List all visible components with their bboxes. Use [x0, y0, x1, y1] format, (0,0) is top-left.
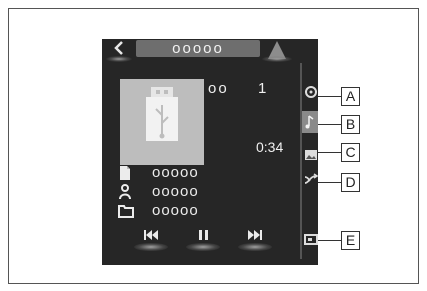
file-icon: [118, 165, 132, 181]
previous-track-button[interactable]: [134, 229, 168, 251]
shuffle-repeat-icon[interactable]: [304, 172, 318, 188]
picture-icon[interactable]: [304, 147, 318, 163]
title-text: ooooo: [152, 164, 199, 181]
person-icon: [118, 184, 132, 200]
next-track-button[interactable]: [238, 229, 272, 251]
folder-icon: [118, 203, 134, 219]
folder-text: ooooo: [152, 202, 199, 219]
usb-drive-icon: [120, 79, 204, 165]
callout-d: D: [341, 173, 360, 192]
peak-glow: [262, 56, 292, 62]
callout-leader-c: [318, 152, 341, 153]
previous-glow: [134, 243, 168, 251]
callout-c: C: [341, 143, 360, 162]
side-divider: [300, 63, 302, 259]
back-glow: [106, 56, 132, 62]
pause-glow: [186, 243, 220, 251]
artist-text: ooooo: [152, 183, 199, 200]
callout-leader-e: [318, 240, 341, 241]
next-glow: [238, 243, 272, 251]
skip-forward-icon: [238, 229, 272, 244]
callout-a: A: [341, 87, 360, 106]
pause-button[interactable]: [186, 229, 220, 251]
callout-leader-d: [318, 182, 341, 183]
source-icon[interactable]: [304, 84, 318, 100]
source-title[interactable]: ooooo: [136, 40, 260, 57]
audio-screen: ooooo oo 1 0:34 ooooo ooooo ooooo: [102, 39, 318, 265]
pause-icon: [186, 229, 220, 244]
header-bar: ooooo: [102, 39, 318, 62]
track-number: 1: [258, 80, 267, 97]
callout-e: E: [341, 231, 360, 250]
music-note-icon[interactable]: [302, 111, 318, 133]
track-label: oo: [208, 80, 229, 97]
callout-leader-b: [318, 124, 341, 125]
screen-icon[interactable]: [304, 231, 318, 247]
callout-leader-a: [318, 96, 341, 97]
skip-back-icon: [134, 229, 168, 244]
elapsed-time: 0:34: [256, 139, 284, 155]
callout-b: B: [341, 115, 360, 134]
